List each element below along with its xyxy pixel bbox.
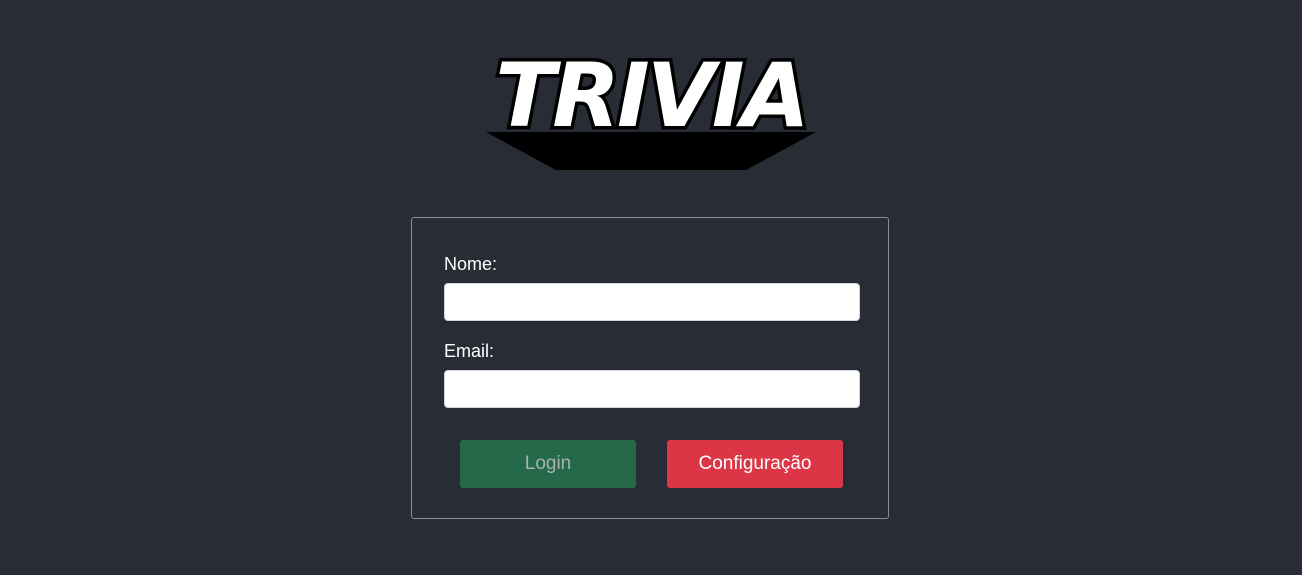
trivia-logo: TRIVIA — [476, 40, 826, 180]
name-input[interactable] — [444, 283, 860, 321]
logo-text: TRIVIA — [495, 44, 806, 147]
settings-button[interactable]: Configuração — [667, 440, 843, 488]
email-label: Email: — [444, 341, 495, 361]
login-button[interactable]: Login — [460, 440, 636, 488]
login-page: TRIVIA Nome: Email: Login Configuração — [0, 0, 1302, 575]
email-input[interactable] — [444, 370, 860, 408]
name-label: Nome: — [444, 254, 498, 274]
login-form: Nome: Email: Login Configuração — [411, 217, 889, 519]
